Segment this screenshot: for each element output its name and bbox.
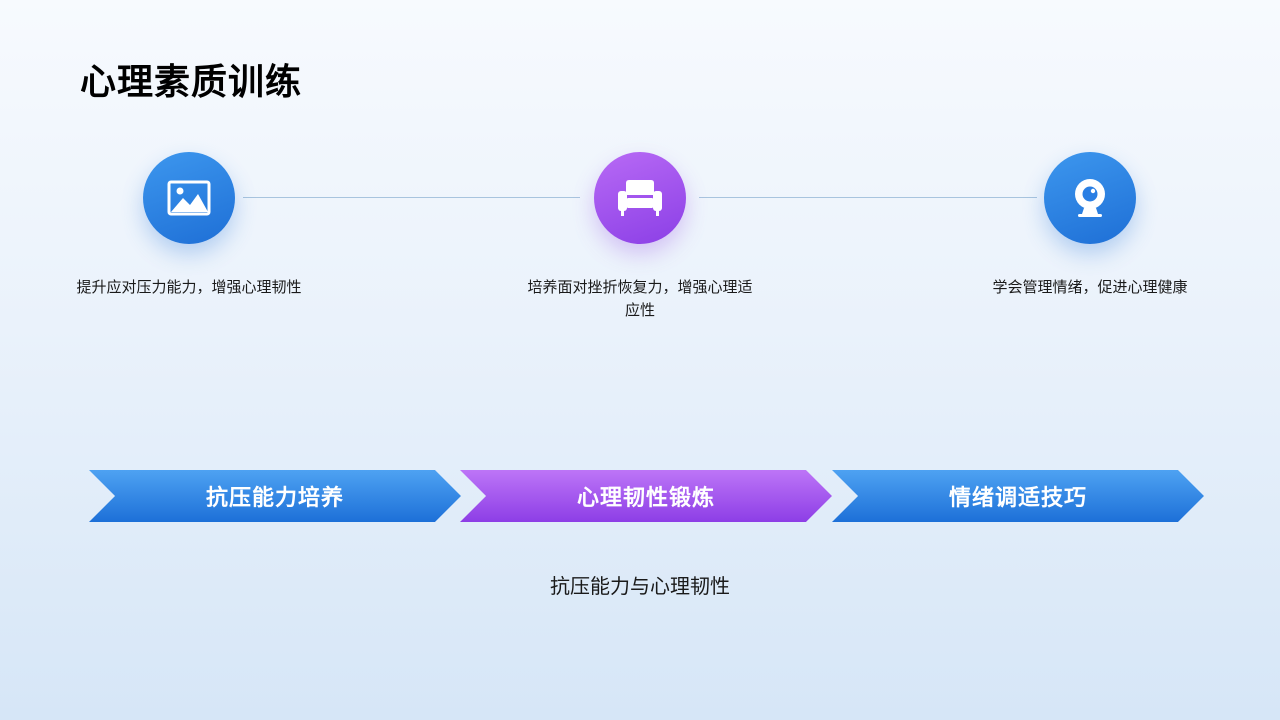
step-1-icon-circle [143, 152, 235, 244]
step-3-chevron: 情绪调适技巧 [832, 470, 1204, 522]
step-2-chevron: 心理韧性锻炼 [460, 470, 832, 522]
webcam-icon [1075, 179, 1105, 217]
step-1-description: 提升应对压力能力，增强心理韧性 [76, 278, 302, 296]
connector-line [699, 197, 1037, 198]
step-3-description: 学会管理情绪，促进心理健康 [992, 278, 1188, 296]
image-icon [167, 180, 211, 216]
connector-line [243, 197, 580, 198]
slide-title: 心理素质训练 [80, 62, 303, 103]
footer-caption: 抗压能力与心理韧性 [550, 574, 730, 598]
step-2-label: 心理韧性锻炼 [576, 486, 715, 511]
step-2-description: 培养面对挫折恢复力，增强心理适应性 [527, 278, 753, 319]
step-1-label: 抗压能力培养 [205, 486, 344, 511]
step-3-icon-circle [1044, 152, 1136, 244]
armchair-icon [618, 180, 662, 216]
step-1-chevron: 抗压能力培养 [89, 470, 461, 522]
step-2-icon-circle [594, 152, 686, 244]
step-3-label: 情绪调适技巧 [948, 486, 1087, 511]
